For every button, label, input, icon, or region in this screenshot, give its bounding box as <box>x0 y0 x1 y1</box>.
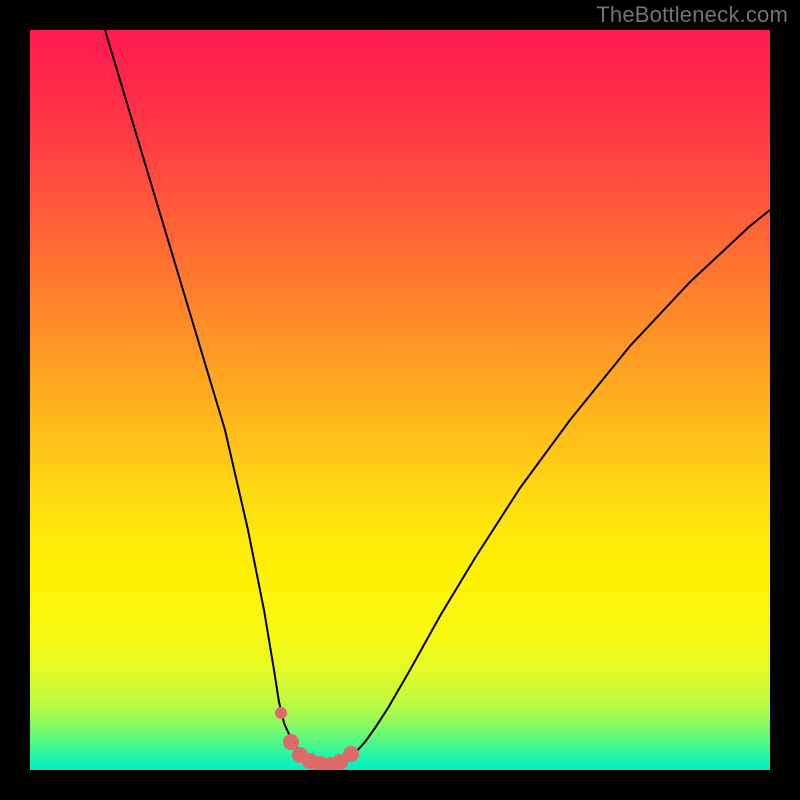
bottleneck-curve-path <box>105 30 770 765</box>
plot-area <box>30 30 770 770</box>
floor-marker-dot <box>343 746 359 762</box>
curve-svg <box>30 30 770 770</box>
chart-frame: TheBottleneck.com <box>0 0 800 800</box>
watermark-text: TheBottleneck.com <box>596 2 788 28</box>
floor-marker-dot <box>283 734 299 750</box>
floor-markers-group <box>275 707 359 770</box>
floor-marker-dot <box>275 707 287 719</box>
